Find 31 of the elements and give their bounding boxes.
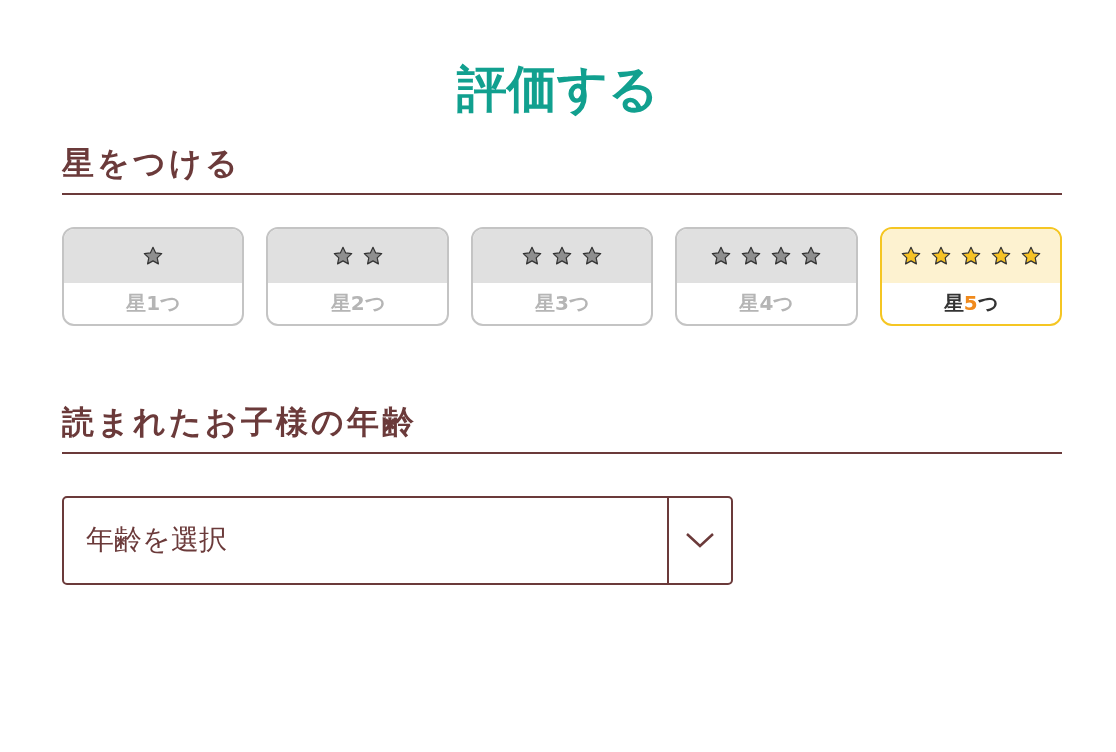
chevron-down-icon — [685, 532, 715, 548]
star-icon — [521, 244, 543, 267]
star-icon — [142, 244, 165, 267]
star-icon — [989, 244, 1012, 267]
select-placeholder: 年齢を選択 — [86, 522, 227, 558]
star-icon — [740, 244, 763, 267]
star-icon — [581, 244, 603, 267]
rating-label: 星4つ — [739, 290, 794, 317]
rating-option[interactable]: 星5つ — [879, 226, 1063, 326]
rating-option[interactable]: 星1つ — [62, 226, 245, 326]
star-icon — [899, 244, 922, 267]
section-heading: 星をつける — [62, 142, 241, 184]
age-select[interactable]: 年齢を選択 — [62, 495, 733, 585]
section-heading: 読まれたお子様の年齢 — [62, 401, 417, 443]
rating-label: 星3つ — [535, 290, 589, 317]
star-icon — [1019, 244, 1042, 267]
star-icon — [331, 244, 354, 267]
star-icon — [929, 244, 952, 267]
rating-label: 星5つ — [943, 290, 998, 317]
rating-option[interactable]: 星2つ — [266, 226, 449, 326]
rating-option[interactable]: 星4つ — [675, 226, 858, 326]
rating-label: 星2つ — [330, 290, 385, 317]
star-icon — [551, 244, 573, 267]
rating-label: 星1つ — [126, 290, 181, 317]
star-icon — [770, 244, 793, 267]
rating-option[interactable]: 星3つ — [470, 226, 654, 326]
star-icon — [959, 244, 982, 267]
page-title: 評価する — [457, 59, 659, 120]
star-icon — [800, 244, 823, 267]
star-icon — [361, 244, 384, 267]
star-icon — [710, 244, 733, 267]
